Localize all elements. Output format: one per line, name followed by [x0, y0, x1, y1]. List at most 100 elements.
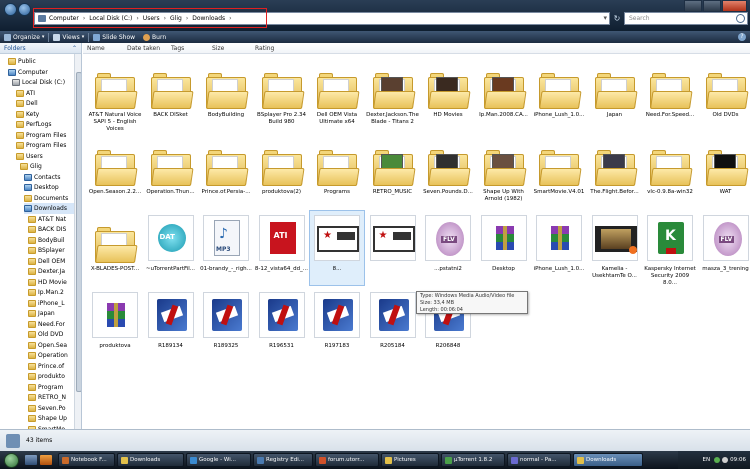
file-item[interactable]: produktova(2) [255, 134, 309, 208]
taskbar-button[interactable]: Registry Edi... [253, 453, 313, 467]
file-item[interactable]: Prince.of.Persia-... [199, 134, 253, 208]
tree-item[interactable]: BACK DIS [28, 224, 74, 235]
folders-header[interactable]: Folders ⌃ [0, 43, 81, 54]
file-item[interactable]: BodyBuilding [199, 57, 253, 131]
forward-button[interactable] [18, 3, 31, 16]
file-item[interactable]: R197183 [310, 288, 364, 362]
column-header-tags[interactable]: Tags [171, 45, 184, 52]
file-item[interactable]: Kamelia - UsekhtamTe O... [588, 211, 642, 285]
network-icon[interactable] [714, 457, 721, 463]
tree-item[interactable]: Shape Up [28, 413, 74, 424]
file-item[interactable]: R189325 [199, 288, 253, 362]
column-header-name[interactable]: Name [87, 45, 105, 52]
search-input[interactable]: Search [624, 12, 748, 25]
tree-item[interactable]: RETRO_N [28, 392, 74, 403]
tree-item[interactable]: produkto [28, 371, 74, 382]
search-icon[interactable] [736, 14, 745, 23]
tree-item[interactable]: Dell OEM [28, 256, 74, 267]
tree-item[interactable]: Ip.Man.2 [28, 287, 74, 298]
file-item[interactable]: produktova [88, 288, 142, 362]
file-item[interactable]: RETRO_MUSIC [366, 134, 420, 208]
tree-item[interactable]: Japan [28, 308, 74, 319]
clock[interactable]: 09:06 [730, 457, 746, 463]
file-item[interactable]: R189134 [144, 288, 198, 362]
browser-icon[interactable] [40, 455, 52, 465]
file-item[interactable]: BSplayer Pro 2.34 Build 980 [255, 57, 309, 131]
tree-item[interactable]: Dell [16, 98, 74, 109]
close-button[interactable] [722, 0, 747, 12]
tree-item[interactable]: Public [8, 56, 74, 67]
tree-item[interactable]: Program [28, 382, 74, 393]
tree-item[interactable]: PerfLogs [16, 119, 74, 130]
tree-item[interactable]: Dexter.Ja [28, 266, 74, 277]
tree-item[interactable]: iPhone_L [28, 298, 74, 309]
file-item[interactable]: Need.For.Speed... [643, 57, 697, 131]
tree-item[interactable]: Contacts [24, 172, 74, 183]
file-item[interactable]: Programs [310, 134, 364, 208]
minimize-button[interactable] [684, 0, 702, 12]
file-item[interactable]: Seven.Pounds.D... [421, 134, 475, 208]
tree-item[interactable]: HD Movie [28, 277, 74, 288]
views-button[interactable]: Views ▾ [53, 33, 84, 41]
taskbar-button[interactable]: Notebook F... [58, 453, 115, 467]
tree-item[interactable]: Open.Sea [28, 340, 74, 351]
file-item[interactable]: Desktop [477, 211, 531, 285]
chevron-down-icon[interactable]: ▾ [603, 14, 607, 22]
taskbar-button[interactable]: Downloads [117, 453, 184, 467]
file-item[interactable]: ★ [366, 211, 420, 285]
file-item[interactable]: Old DVDs [699, 57, 750, 131]
file-item[interactable]: SmartMovie.V4.01 [532, 134, 586, 208]
file-item[interactable]: ATI 8-12_vista64_dd_... [255, 211, 309, 285]
tree-item[interactable]: Old DVD [28, 329, 74, 340]
file-item[interactable]: BACK DISket [144, 57, 198, 131]
tree-item[interactable]: Seven.Po [28, 403, 74, 414]
burn-button[interactable]: Burn [143, 33, 166, 41]
nav-scrollbar[interactable] [74, 54, 81, 429]
column-header-rating[interactable]: Rating [255, 45, 274, 52]
file-item[interactable]: ♪ MP3 01-brandy_-_righ... [199, 211, 253, 285]
taskbar-button[interactable]: normal - Pa... [507, 453, 571, 467]
tree-item[interactable]: Users [16, 151, 74, 162]
tree-item[interactable]: BSplayer [28, 245, 74, 256]
file-item[interactable]: Shape Up With Arnold (1982) [477, 134, 531, 208]
tree-item[interactable]: AT&T Nat [28, 214, 74, 225]
start-button[interactable] [0, 451, 22, 469]
file-item[interactable]: iPhone_Lush_1.0... [532, 57, 586, 131]
chevron-up-icon[interactable]: ⌃ [72, 45, 77, 52]
taskbar-button[interactable]: Google - Wi... [186, 453, 251, 467]
tree-item[interactable]: Need.For [28, 319, 74, 330]
file-item[interactable]: K Kaspersky Internet Security 2009 8.0... [643, 211, 697, 286]
language-indicator[interactable]: EN [703, 457, 711, 463]
show-desktop-icon[interactable] [25, 455, 37, 465]
help-icon[interactable]: ? [738, 33, 746, 41]
taskbar-button[interactable]: forum.utorr... [315, 453, 379, 467]
back-button[interactable] [4, 3, 17, 16]
maximize-button[interactable] [703, 0, 721, 12]
file-item[interactable]: Dexter.Jackson.The Blade - Titans 2 [366, 57, 420, 131]
refresh-icon[interactable]: ↻ [612, 12, 622, 25]
tree-item[interactable]: Desktop [24, 182, 74, 193]
taskbar-button[interactable]: µTorrent 1.8.2 [441, 453, 505, 467]
tree-item[interactable]: ATI [16, 88, 74, 99]
file-item[interactable]: R196531 [255, 288, 309, 362]
slideshow-button[interactable]: Slide Show [93, 33, 135, 41]
file-item[interactable]: iPhone_Lush_1.0... [532, 211, 586, 285]
scroll-thumb[interactable] [76, 72, 81, 392]
tree-item[interactable]: Program Files [16, 140, 74, 151]
tree-item[interactable]: Local Disk (C:) [12, 77, 74, 88]
column-header-date-taken[interactable]: Date taken [127, 45, 160, 52]
volume-icon[interactable] [722, 457, 729, 463]
file-item[interactable]: R205184 [366, 288, 420, 362]
taskbar-button[interactable]: Pictures [381, 453, 439, 467]
taskbar-button[interactable]: Downloads [573, 453, 643, 467]
file-item[interactable]: The.Flight.Befor... [588, 134, 642, 208]
tree-item[interactable]: BodyBuil [28, 235, 74, 246]
organize-button[interactable]: Organize ▾ [4, 33, 44, 41]
file-item[interactable]: AT&T Natural Voice SAPI 5 - English Voic… [88, 57, 142, 132]
column-header-size[interactable]: Size [212, 45, 224, 52]
file-item[interactable]: Japan [588, 57, 642, 131]
file-item[interactable]: ★ 8... [309, 210, 365, 286]
tree-item[interactable]: Kety [16, 109, 74, 120]
tree-item[interactable]: Downloads [24, 203, 74, 214]
file-item[interactable]: Dell OEM Vista Ultimate x64 [310, 57, 364, 131]
